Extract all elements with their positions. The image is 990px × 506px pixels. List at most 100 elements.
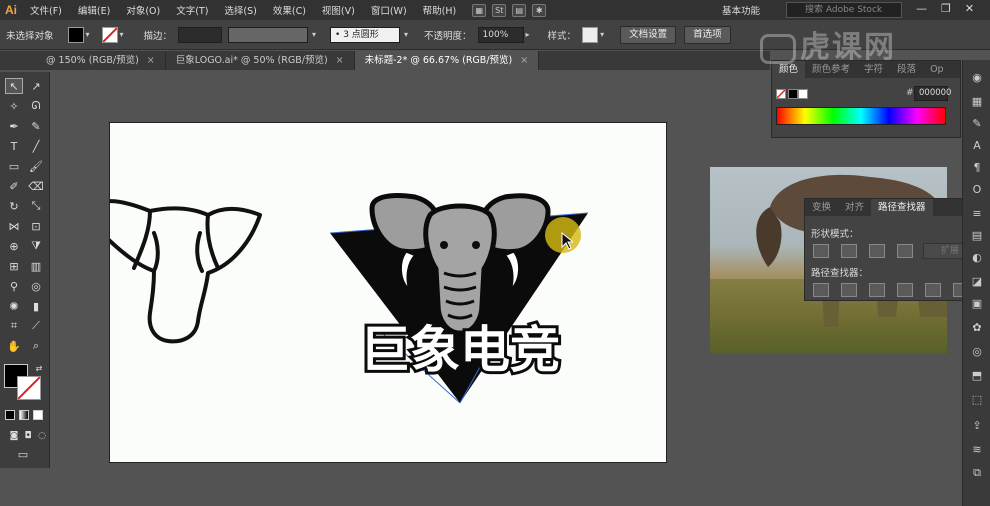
shaper-tool-icon[interactable]: ✐ — [5, 178, 23, 194]
magic-wand-icon[interactable]: ✧ — [5, 98, 23, 114]
variable-width-field[interactable] — [228, 26, 309, 43]
trim-icon[interactable] — [841, 283, 857, 297]
menu-type[interactable]: 文字(T) — [168, 3, 216, 17]
artboard[interactable]: 巨象电竞 — [80, 122, 668, 464]
export-icon[interactable]: ⇪ — [970, 418, 984, 432]
chevron-down-icon[interactable]: ▾ — [312, 30, 322, 39]
gpu-icon[interactable]: ✱ — [532, 3, 547, 17]
color-mode-button[interactable] — [5, 410, 15, 420]
appearance-icon[interactable]: ◪ — [970, 274, 984, 288]
exclude-icon[interactable] — [897, 244, 913, 258]
brush-definition[interactable]: • 3 点圆形 — [330, 26, 401, 43]
fill-swatch[interactable] — [67, 26, 84, 43]
unite-icon[interactable] — [813, 244, 829, 258]
workspace-switcher[interactable]: 基本功能 — [722, 3, 760, 17]
menu-window[interactable]: 窗口(W) — [363, 3, 415, 17]
shape-builder-icon[interactable]: ⊕ — [5, 238, 23, 254]
minimize-icon[interactable]: — — [916, 2, 927, 15]
close-icon[interactable]: × — [336, 51, 344, 70]
gradient-mode-button[interactable] — [19, 410, 29, 420]
brushes-icon[interactable]: ✎ — [970, 116, 984, 130]
perspective-grid-icon[interactable]: ⧩ — [27, 238, 45, 254]
mesh-tool-icon[interactable]: ⊞ — [5, 258, 23, 274]
chevron-down-icon[interactable]: ▾ — [120, 30, 130, 39]
width-tool-icon[interactable]: ⋈ — [5, 218, 23, 234]
swap-colors-icon[interactable]: ⇄ — [30, 360, 48, 376]
graphic-styles-icon[interactable]: ▣ — [970, 296, 984, 310]
tab-transform[interactable]: 变换 — [805, 199, 838, 216]
divide-icon[interactable] — [813, 283, 829, 297]
screen-mode-icon[interactable]: ▭ — [14, 446, 32, 462]
scale-tool-icon[interactable]: ⤡ — [27, 198, 45, 214]
close-icon[interactable]: × — [147, 51, 155, 70]
stock-icon[interactable]: St — [492, 3, 507, 17]
chevron-down-icon[interactable]: ▾ — [600, 30, 610, 39]
intersect-icon[interactable] — [869, 244, 885, 258]
library-icon[interactable]: ⬒ — [970, 368, 984, 382]
swatches-icon[interactable]: ▦ — [970, 94, 984, 108]
rotate-tool-icon[interactable]: ↻ — [5, 198, 23, 214]
artwork-canvas[interactable]: 巨象电竞 — [80, 123, 668, 464]
stroke-weight-field[interactable] — [178, 26, 223, 43]
tab-document-2[interactable]: 巨象LOGO.ai* @ 50% (RGB/预览) × — [166, 51, 355, 70]
graphic-style-swatch[interactable] — [582, 26, 599, 43]
chevron-down-icon[interactable]: ▾ — [86, 30, 96, 39]
eraser-icon[interactable]: ⌫ — [27, 178, 45, 194]
asset-export-icon[interactable]: ⬚ — [970, 392, 984, 406]
menu-effect[interactable]: 效果(C) — [265, 3, 314, 17]
maximize-icon[interactable]: ❐ — [941, 2, 951, 15]
chevron-right-icon[interactable]: ▸ — [526, 30, 536, 39]
merge-icon[interactable] — [869, 283, 885, 297]
blend-tool-icon[interactable]: ◎ — [27, 278, 45, 294]
menu-file[interactable]: 文件(F) — [22, 3, 70, 17]
slice-tool-icon[interactable]: ⟋ — [27, 318, 45, 334]
line-tool-icon[interactable]: ╱ — [27, 138, 45, 154]
minus-front-icon[interactable] — [841, 244, 857, 258]
lasso-icon[interactable]: ᘏ — [27, 98, 45, 114]
tab-opentype[interactable]: Op — [923, 61, 951, 78]
paintbrush-icon[interactable]: 🖌 — [27, 158, 45, 174]
chevron-down-icon[interactable]: ▾ — [404, 30, 414, 39]
color-panel-icon[interactable]: ◉ — [970, 70, 984, 84]
symbol-sprayer-icon[interactable]: ✺ — [5, 298, 23, 314]
stroke-color-box[interactable] — [17, 376, 41, 400]
preferences-button[interactable]: 首选项 — [684, 25, 731, 44]
menu-edit[interactable]: 编辑(E) — [70, 3, 118, 17]
gradient-panel-icon[interactable]: ▤ — [970, 228, 984, 242]
artboard-tool-icon[interactable]: ⌗ — [5, 318, 23, 334]
tab-document-1[interactable]: @ 150% (RGB/预览) × — [0, 51, 166, 70]
crop-icon[interactable] — [897, 283, 913, 297]
opacity-field[interactable]: 100% — [477, 26, 524, 43]
stroke-none-swatch[interactable] — [776, 89, 786, 99]
free-transform-icon[interactable]: ⊡ — [27, 218, 45, 234]
menu-help[interactable]: 帮助(H) — [415, 3, 465, 17]
stock-search-input[interactable]: 搜索 Adobe Stock — [786, 2, 902, 18]
opentype-icon[interactable]: O — [970, 182, 984, 196]
bridge-icon[interactable]: ▦ — [472, 3, 487, 17]
hand-tool-icon[interactable]: ✋ — [5, 338, 23, 354]
rectangle-tool-icon[interactable]: ▭ — [5, 158, 23, 174]
image-trace-icon[interactable]: ◎ — [970, 344, 984, 358]
curvature-tool-icon[interactable]: ✎ — [27, 118, 45, 134]
tab-pathfinder[interactable]: 路径查找器 — [871, 199, 933, 216]
stroke-swatch[interactable] — [101, 26, 118, 43]
draw-inside-icon[interactable]: ◌ — [33, 428, 51, 444]
direct-selection-tool-icon[interactable]: ↗ — [27, 78, 45, 94]
menu-object[interactable]: 对象(O) — [118, 3, 168, 17]
menu-view[interactable]: 视图(V) — [314, 3, 363, 17]
pen-tool-icon[interactable]: ✒ — [5, 118, 23, 134]
arrange-icon[interactable]: ▤ — [512, 3, 527, 17]
character-icon[interactable]: A — [970, 138, 984, 152]
tab-document-3[interactable]: 未标题-2* @ 66.67% (RGB/预览) × — [354, 51, 540, 70]
selection-tool-icon[interactable]: ↖ — [5, 78, 23, 94]
eyedropper-icon[interactable]: ⚲ — [5, 278, 23, 294]
outline-icon[interactable] — [925, 283, 941, 297]
none-mode-button[interactable] — [33, 410, 43, 420]
tab-align[interactable]: 对齐 — [838, 199, 871, 216]
paragraph-icon[interactable]: ¶ — [970, 160, 984, 174]
layers-icon[interactable]: ≋ — [970, 442, 984, 456]
menu-select[interactable]: 选择(S) — [216, 3, 264, 17]
black-swatch[interactable] — [788, 89, 798, 99]
document-settings-button[interactable]: 文档设置 — [620, 25, 677, 44]
gradient-tool-icon[interactable]: ▥ — [27, 258, 45, 274]
